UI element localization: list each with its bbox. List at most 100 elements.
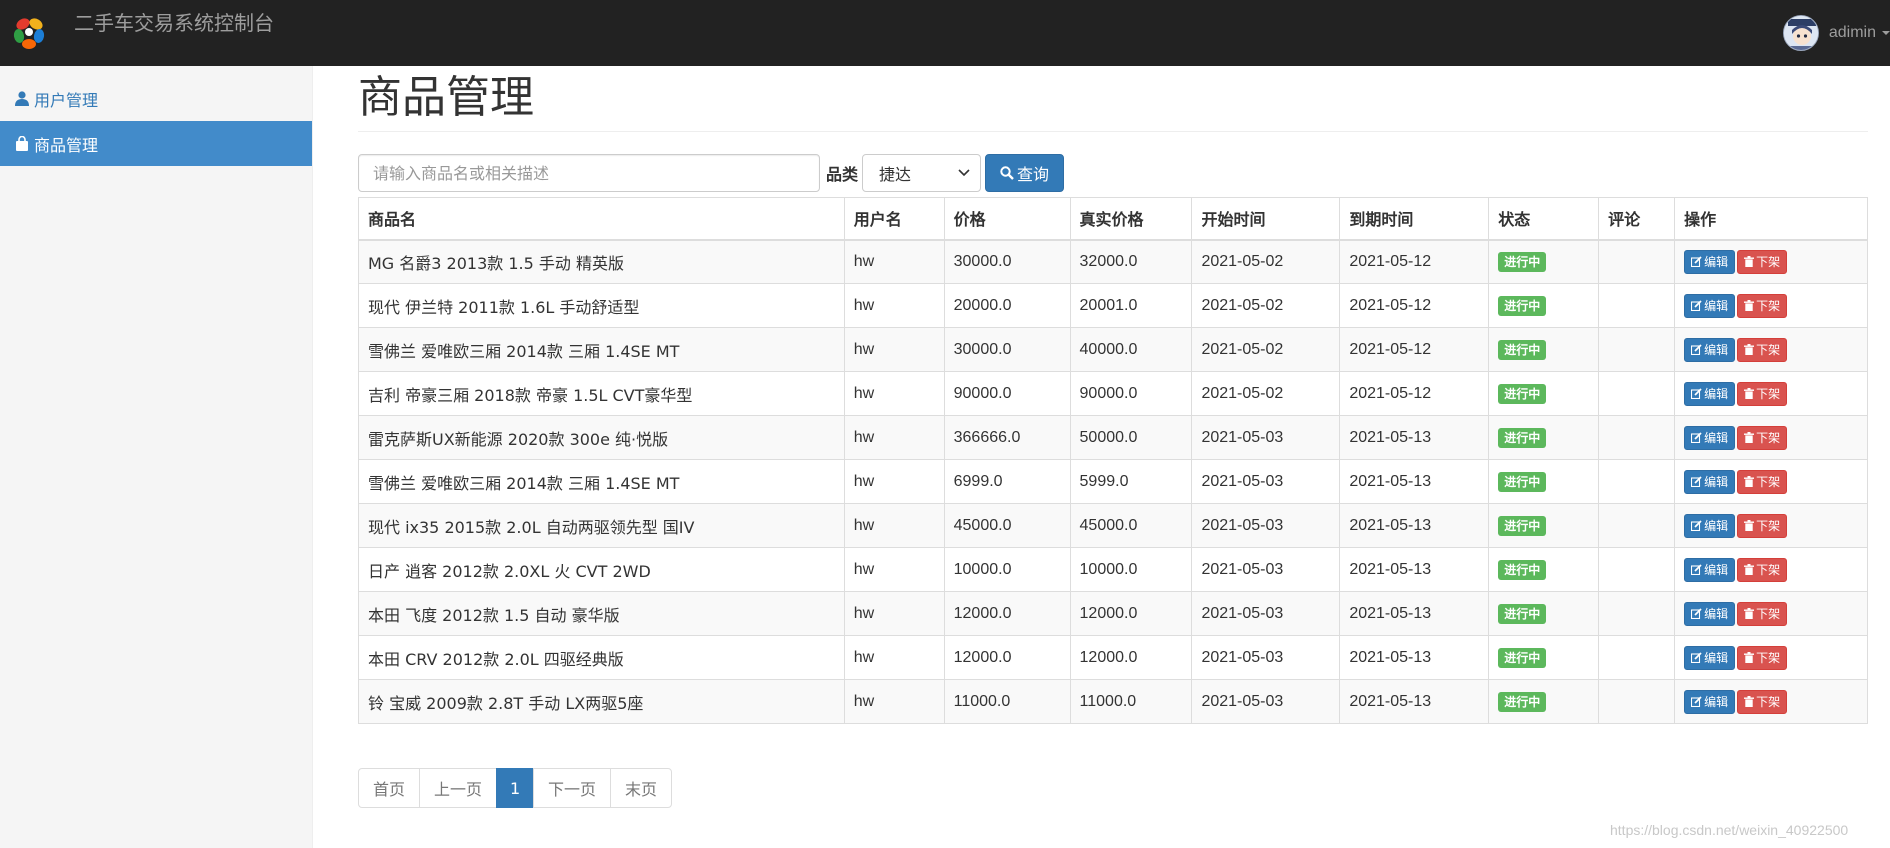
user-menu[interactable]: adimin bbox=[1782, 14, 1890, 52]
edit-icon bbox=[1691, 388, 1702, 399]
cell-user: hw bbox=[843, 503, 945, 548]
cell-price: 11000.0 bbox=[943, 679, 1071, 724]
cell-price: 45000.0 bbox=[943, 503, 1071, 548]
cell-name: 雪佛兰 爱唯欧三厢 2014款 三厢 1.4SE MT bbox=[358, 459, 845, 504]
edit-button-label: 编辑 bbox=[1704, 563, 1729, 577]
cell-name: 现代 伊兰特 2011款 1.6L 手动舒适型 bbox=[358, 283, 845, 328]
sidebar-item-users[interactable]: 用户管理 bbox=[0, 76, 312, 121]
cell-price: 6999.0 bbox=[943, 459, 1071, 504]
edit-button[interactable]: 编辑 bbox=[1684, 601, 1736, 626]
table-row: 吉利 帝豪三厢 2018款 帝豪 1.5L CVT豪华型 hw 90000.0 900… bbox=[358, 371, 1868, 416]
sidebar-item-goods[interactable]: 商品管理 bbox=[0, 121, 312, 166]
edit-button-label: 编辑 bbox=[1704, 651, 1729, 665]
brand[interactable]: 二手车交易系统控制台 bbox=[10, 11, 274, 52]
edit-icon bbox=[1691, 520, 1702, 531]
cell-comment bbox=[1598, 371, 1676, 416]
search-input[interactable] bbox=[358, 154, 820, 192]
take-down-button[interactable]: 下架 bbox=[1737, 513, 1788, 538]
take-down-button[interactable]: 下架 bbox=[1737, 249, 1788, 274]
edit-button[interactable]: 编辑 bbox=[1684, 513, 1736, 538]
edit-button[interactable]: 编辑 bbox=[1684, 337, 1736, 362]
edit-icon bbox=[1691, 608, 1702, 619]
cell-name: 本田 CRV 2012款 2.0L 四驱经典版 bbox=[358, 635, 845, 680]
edit-button[interactable]: 编辑 bbox=[1684, 689, 1736, 714]
take-down-button[interactable]: 下架 bbox=[1737, 645, 1788, 670]
cell-start: 2021-05-03 bbox=[1191, 679, 1341, 724]
cell-start: 2021-05-03 bbox=[1191, 415, 1341, 460]
take-down-button[interactable]: 下架 bbox=[1737, 337, 1788, 362]
column-header-status: 状态 bbox=[1488, 197, 1600, 241]
cell-price: 12000.0 bbox=[943, 635, 1071, 680]
cell-user: hw bbox=[843, 283, 945, 328]
cell-status: 进行中 bbox=[1488, 239, 1600, 284]
edit-button[interactable]: 编辑 bbox=[1684, 249, 1736, 274]
watermark: https://blog.csdn.net/weixin_40922500 bbox=[1610, 822, 1849, 838]
app-logo-icon bbox=[10, 13, 48, 51]
cell-name: 现代 ix35 2015款 2.0L 自动两驱领先型 国IV bbox=[358, 503, 845, 548]
cell-comment bbox=[1598, 591, 1676, 636]
cell-comment bbox=[1598, 679, 1676, 724]
cell-user: hw bbox=[843, 635, 945, 680]
category-select[interactable]: 捷达 bbox=[862, 154, 982, 192]
edit-button[interactable]: 编辑 bbox=[1684, 645, 1736, 670]
column-header-user: 用户名 bbox=[843, 197, 945, 241]
cell-status: 进行中 bbox=[1488, 679, 1600, 724]
status-badge: 进行中 bbox=[1498, 383, 1547, 404]
cell-end: 2021-05-12 bbox=[1339, 371, 1490, 416]
edit-button[interactable]: 编辑 bbox=[1684, 293, 1736, 318]
take-down-button[interactable]: 下架 bbox=[1737, 425, 1788, 450]
sidebar: 用户管理 商品管理 bbox=[0, 66, 313, 848]
search-icon bbox=[1000, 166, 1014, 180]
page-next-link[interactable]: 下一页 bbox=[533, 768, 612, 808]
page-last-link[interactable]: 末页 bbox=[610, 768, 673, 808]
edit-icon bbox=[1691, 476, 1702, 487]
cell-end: 2021-05-13 bbox=[1339, 679, 1490, 724]
table-row: 日产 逍客 2012款 2.0XL 火 CVT 2WD hw 10000.0 1000… bbox=[358, 547, 1868, 592]
cell-start: 2021-05-03 bbox=[1191, 459, 1341, 504]
take-down-button[interactable]: 下架 bbox=[1737, 381, 1788, 406]
cell-actions: 编辑 下架 bbox=[1674, 547, 1868, 592]
query-button[interactable]: 查询 bbox=[985, 154, 1065, 192]
cell-status: 进行中 bbox=[1488, 635, 1600, 680]
cell-actions: 编辑 下架 bbox=[1674, 283, 1868, 328]
edit-button[interactable]: 编辑 bbox=[1684, 469, 1736, 494]
cell-comment bbox=[1598, 503, 1676, 548]
goods-table: 商品名 用户名 价格 真实价格 开始时间 到期时间 状态 评论 操作 MG 名爵3 2013款 … bbox=[358, 197, 1868, 724]
cell-start: 2021-05-02 bbox=[1191, 327, 1341, 372]
column-header-real-price: 真实价格 bbox=[1069, 197, 1193, 241]
cell-price: 20000.0 bbox=[943, 283, 1071, 328]
page-current-link[interactable]: 1 bbox=[496, 768, 535, 808]
take-down-button[interactable]: 下架 bbox=[1737, 293, 1788, 318]
edit-button[interactable]: 编辑 bbox=[1684, 425, 1736, 450]
cell-comment bbox=[1598, 283, 1676, 328]
trash-icon bbox=[1744, 652, 1755, 663]
trash-icon bbox=[1744, 300, 1755, 311]
table-row: 现代 ix35 2015款 2.0L 自动两驱领先型 国IV hw 45000.0 4… bbox=[358, 503, 1868, 548]
take-down-button[interactable]: 下架 bbox=[1737, 469, 1788, 494]
cell-name: MG 名爵3 2013款 1.5 手动 精英版 bbox=[358, 239, 845, 284]
sidebar-item-label: 商品管理 bbox=[34, 135, 99, 155]
page-prev-link[interactable]: 上一页 bbox=[419, 768, 498, 808]
edit-button[interactable]: 编辑 bbox=[1684, 381, 1736, 406]
table-row: 本田 CRV 2012款 2.0L 四驱经典版 hw 12000.0 12000.0 2… bbox=[358, 635, 1868, 680]
take-down-button[interactable]: 下架 bbox=[1737, 601, 1788, 626]
cell-end: 2021-05-12 bbox=[1339, 283, 1490, 328]
edit-button[interactable]: 编辑 bbox=[1684, 557, 1736, 582]
page-first-link[interactable]: 首页 bbox=[358, 768, 421, 808]
edit-button-label: 编辑 bbox=[1704, 299, 1729, 313]
username: adimin bbox=[1828, 24, 1876, 41]
chevron-down-icon bbox=[1882, 31, 1890, 35]
take-down-button[interactable]: 下架 bbox=[1737, 689, 1788, 714]
cell-status: 进行中 bbox=[1488, 547, 1600, 592]
cell-status: 进行中 bbox=[1488, 327, 1600, 372]
take-down-button-label: 下架 bbox=[1756, 255, 1781, 270]
take-down-button-label: 下架 bbox=[1756, 343, 1781, 357]
category-selected-value: 捷达 bbox=[879, 165, 912, 184]
cell-end: 2021-05-13 bbox=[1339, 459, 1490, 504]
take-down-button[interactable]: 下架 bbox=[1737, 557, 1788, 582]
edit-button-label: 编辑 bbox=[1704, 343, 1729, 357]
cell-start: 2021-05-03 bbox=[1191, 547, 1341, 592]
take-down-button-label: 下架 bbox=[1756, 695, 1781, 709]
search-bar: 品类 捷达 查询 bbox=[358, 154, 1065, 192]
cell-real-price: 32000.0 bbox=[1069, 239, 1193, 284]
